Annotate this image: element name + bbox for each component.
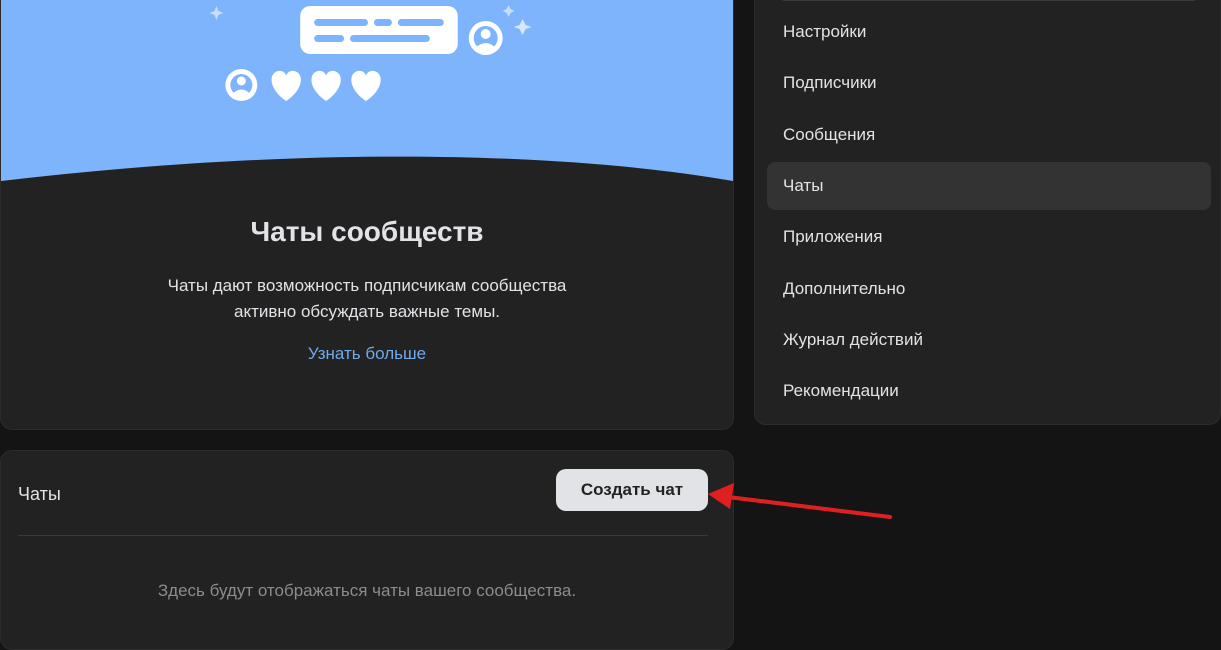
menu-item-chats[interactable]: Чаты — [767, 162, 1211, 210]
menu-item-messages[interactable]: Сообщения — [767, 111, 1211, 159]
promo-description-line: активно обсуждать важные темы. — [233, 302, 501, 321]
menu-item-subscribers[interactable]: Подписчики — [767, 59, 1211, 107]
promo-banner-illustration — [1, 0, 733, 181]
chats-empty-state: Здесь будут отображаться чаты вашего соо… — [157, 581, 577, 600]
learn-more-link[interactable]: Узнать больше — [1, 344, 733, 364]
community-chats-promo-card: Чаты сообществ Чаты дают возможность под… — [0, 0, 734, 430]
community-settings-menu: Настройки Подписчики Сообщения Чаты Прил… — [754, 0, 1221, 425]
chat-bubble-icon — [300, 6, 458, 54]
chats-list-card: Чаты Создать чат Здесь будут отображатьс… — [0, 450, 734, 650]
menu-item-advanced[interactable]: Дополнительно — [767, 265, 1211, 313]
promo-description: Чаты дают возможность подписчикам сообще… — [1, 273, 733, 325]
promo-title: Чаты сообществ — [250, 216, 484, 247]
menu-item-action-log[interactable]: Журнал действий — [767, 316, 1211, 364]
promo-description-line: Чаты дают возможность подписчикам сообще… — [167, 276, 567, 295]
menu-item-settings[interactable]: Настройки — [767, 8, 1211, 56]
create-chat-button[interactable]: Создать чат — [556, 469, 708, 511]
divider — [783, 0, 1195, 1]
divider — [18, 535, 708, 536]
menu-item-apps[interactable]: Приложения — [767, 213, 1211, 261]
chats-heading: Чаты — [18, 484, 61, 504]
menu-item-recommendations[interactable]: Рекомендации — [767, 367, 1211, 415]
user-avatar-icon — [468, 21, 503, 55]
user-avatar-icon — [225, 69, 258, 101]
